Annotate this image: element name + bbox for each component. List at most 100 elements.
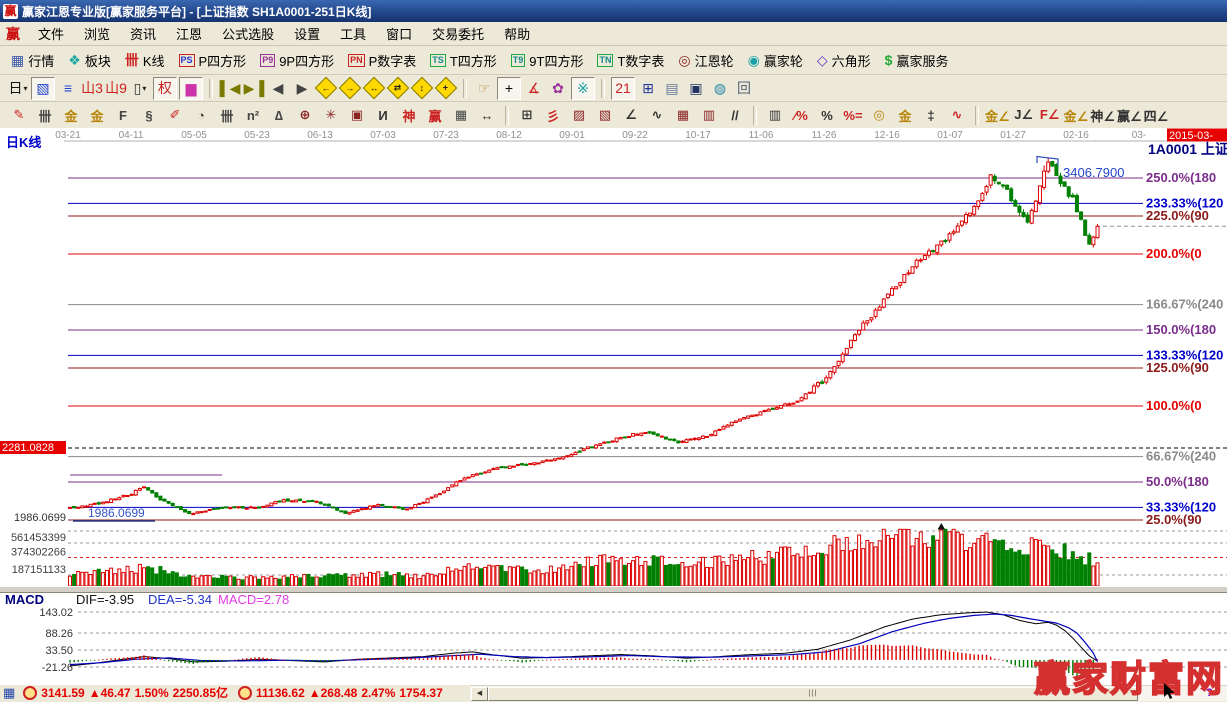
expand-horizontal-button[interactable]: ↔ bbox=[363, 78, 385, 99]
menu-item-0[interactable]: 文件 bbox=[28, 24, 74, 43]
span-arrows-button[interactable]: ↔ bbox=[475, 105, 499, 125]
menu-item-3[interactable]: 江恩 bbox=[166, 24, 212, 43]
shenzhen-market-icon[interactable] bbox=[238, 686, 252, 700]
web-report-button[interactable]: ◍ bbox=[709, 78, 731, 99]
last-page-button[interactable]: ▶▐ bbox=[243, 78, 265, 99]
p9-square-button[interactable]: P99P四方形 bbox=[253, 50, 341, 71]
volume-style-button[interactable]: ▆ bbox=[179, 77, 203, 100]
title-bar[interactable]: 赢 赢家江恩专业版[赢家服务平台] - [上证指数 SH1A0001-251日K… bbox=[0, 0, 1227, 22]
brush-b-button[interactable]: ✐ bbox=[163, 105, 187, 125]
shen-angle-button[interactable]: 神∠ bbox=[1090, 105, 1115, 125]
gold-circle-button[interactable]: ◎ bbox=[867, 105, 891, 125]
menu-item-4[interactable]: 公式选股 bbox=[212, 24, 284, 43]
ying-angle-button[interactable]: 赢∠ bbox=[1117, 105, 1142, 125]
gann-grid-b-button[interactable]: 卌 bbox=[215, 105, 239, 125]
menu-item-8[interactable]: 交易委托 bbox=[422, 24, 494, 43]
sector-blocks-button[interactable]: ❖板块 bbox=[61, 50, 118, 71]
menu-item-2[interactable]: 资讯 bbox=[120, 24, 166, 43]
overlay-9-button[interactable]: 山9 bbox=[105, 78, 127, 99]
winner-service-button[interactable]: $赢家服务 bbox=[878, 50, 956, 71]
gann-wheel-button[interactable]: ◎江恩轮 bbox=[671, 50, 740, 71]
wave-toolbox-button[interactable]: ※ bbox=[571, 77, 595, 100]
crosshair-button[interactable]: + bbox=[497, 77, 521, 100]
zoom-window-button[interactable]: ▧ bbox=[31, 77, 55, 100]
angle-ruler-button[interactable]: ∆ bbox=[267, 105, 291, 125]
t9-square-button[interactable]: T99T四方形 bbox=[504, 50, 591, 71]
menu-item-5[interactable]: 设置 bbox=[284, 24, 330, 43]
time-cycle-button[interactable]: ◔ bbox=[189, 105, 213, 125]
ray-fan-button[interactable]: 彡 bbox=[541, 105, 565, 125]
shanghai-market-icon[interactable] bbox=[23, 686, 37, 700]
j-angle-button[interactable]: J∠ bbox=[1012, 105, 1036, 125]
si-angle-button[interactable]: 四∠ bbox=[1144, 105, 1169, 125]
app-menu-icon[interactable]: 赢 bbox=[0, 24, 28, 44]
calculator-button[interactable]: ⊞ bbox=[637, 78, 659, 99]
t-number-table-button[interactable]: TNT数字表 bbox=[590, 50, 671, 71]
overlay-3-button[interactable]: 山3 bbox=[81, 78, 103, 99]
hexagon-button[interactable]: ◇六角形 bbox=[810, 50, 878, 71]
gann-grid-button[interactable]: 卌 bbox=[33, 105, 57, 125]
gold-levels-button[interactable]: 金 bbox=[893, 105, 917, 125]
f-angle-button[interactable]: F∠ bbox=[1038, 105, 1062, 125]
f-percent-lines-button[interactable]: F bbox=[111, 105, 135, 125]
angle-measure-button[interactable]: ∡ bbox=[523, 78, 545, 99]
price-grid-button[interactable]: ▦ bbox=[449, 105, 473, 125]
gold-angle-b-button[interactable]: 金∠ bbox=[1064, 105, 1089, 125]
swap-view-button[interactable]: ⇄ bbox=[387, 78, 409, 99]
shen-tool-button[interactable]: 神 bbox=[397, 105, 421, 125]
percent-button[interactable]: % bbox=[815, 105, 839, 125]
t-square-button[interactable]: TST四方形 bbox=[423, 50, 503, 71]
next-page-button[interactable]: ▶ bbox=[291, 78, 313, 99]
p-number-table-button[interactable]: PNP数字表 bbox=[341, 50, 423, 71]
grid-red-button[interactable]: ▦ bbox=[671, 105, 695, 125]
pc-data-button[interactable]: 回 bbox=[733, 78, 755, 99]
menu-item-1[interactable]: 浏览 bbox=[74, 24, 120, 43]
quotes-grid-icon[interactable]: ▦ bbox=[3, 685, 15, 701]
gann-toolbox-button[interactable]: ✿ bbox=[547, 78, 569, 99]
expand-vertical-button[interactable]: ↕ bbox=[411, 78, 433, 99]
shaded-box-a-button[interactable]: ▨ bbox=[567, 105, 591, 125]
ink-pen-button[interactable]: ‡ bbox=[919, 105, 943, 125]
hand-drag-button[interactable]: ☞ bbox=[473, 78, 495, 99]
fractal-button[interactable]: И bbox=[371, 105, 395, 125]
golden-section-b-button[interactable]: 金 bbox=[85, 105, 109, 125]
candle-style-selector-button[interactable]: ▯▾ bbox=[129, 78, 151, 99]
first-page-button[interactable]: ▌◀ bbox=[219, 78, 241, 99]
trend-angle-button[interactable]: ∠ bbox=[619, 105, 643, 125]
ying-tool-button[interactable]: 赢 bbox=[423, 105, 447, 125]
market-quotes-button[interactable]: ▦行情 bbox=[4, 50, 61, 71]
grid-handle-button[interactable]: ⊞ bbox=[515, 105, 539, 125]
menu-item-9[interactable]: 帮助 bbox=[494, 24, 540, 43]
calendar-button[interactable]: 21 bbox=[611, 77, 635, 100]
price-list-button[interactable]: ▥ bbox=[763, 105, 787, 125]
shift-right-button[interactable]: → bbox=[339, 78, 361, 99]
prev-page-button[interactable]: ◀ bbox=[267, 78, 289, 99]
gann-star-button[interactable]: ✳ bbox=[319, 105, 343, 125]
wave-red-button[interactable]: ∿ bbox=[945, 105, 969, 125]
zigzag-button[interactable]: ∿ bbox=[645, 105, 669, 125]
menu-item-7[interactable]: 窗口 bbox=[376, 24, 422, 43]
menu-item-6[interactable]: 工具 bbox=[330, 24, 376, 43]
move-all-button[interactable]: + bbox=[435, 78, 457, 99]
percent-levels-button[interactable]: %= bbox=[841, 105, 865, 125]
exright-button[interactable]: 权 bbox=[153, 77, 177, 100]
brush-button[interactable]: ✎ bbox=[7, 105, 31, 125]
save-button[interactable]: ▣ bbox=[685, 78, 707, 99]
parallel-lines-button[interactable]: // bbox=[723, 105, 747, 125]
spiral-button[interactable]: § bbox=[137, 105, 161, 125]
golden-section-a-button[interactable]: 金 bbox=[59, 105, 83, 125]
n-square-button[interactable]: n² bbox=[241, 105, 265, 125]
gann-circle-button[interactable]: ⊕ bbox=[293, 105, 317, 125]
gold-angle-button[interactable]: 金∠ bbox=[985, 105, 1010, 125]
shift-left-button[interactable]: ← bbox=[315, 78, 337, 99]
kline-button[interactable]: 卌K线 bbox=[118, 50, 172, 71]
gann-box-circle-button[interactable]: ▣ bbox=[345, 105, 369, 125]
p-square-button[interactable]: PSP四方形 bbox=[172, 50, 254, 71]
period-day-selector-button[interactable]: 日▾ bbox=[7, 78, 29, 99]
shaded-box-b-button[interactable]: ▧ bbox=[593, 105, 617, 125]
grid-arrow-button[interactable]: ▥ bbox=[697, 105, 721, 125]
notepad-button[interactable]: ▤ bbox=[661, 78, 683, 99]
info-view-button[interactable]: ≡ bbox=[57, 78, 79, 99]
winner-wheel-button[interactable]: ◉赢家轮 bbox=[741, 50, 810, 71]
percent-slash-button[interactable]: ∕% bbox=[789, 105, 813, 125]
